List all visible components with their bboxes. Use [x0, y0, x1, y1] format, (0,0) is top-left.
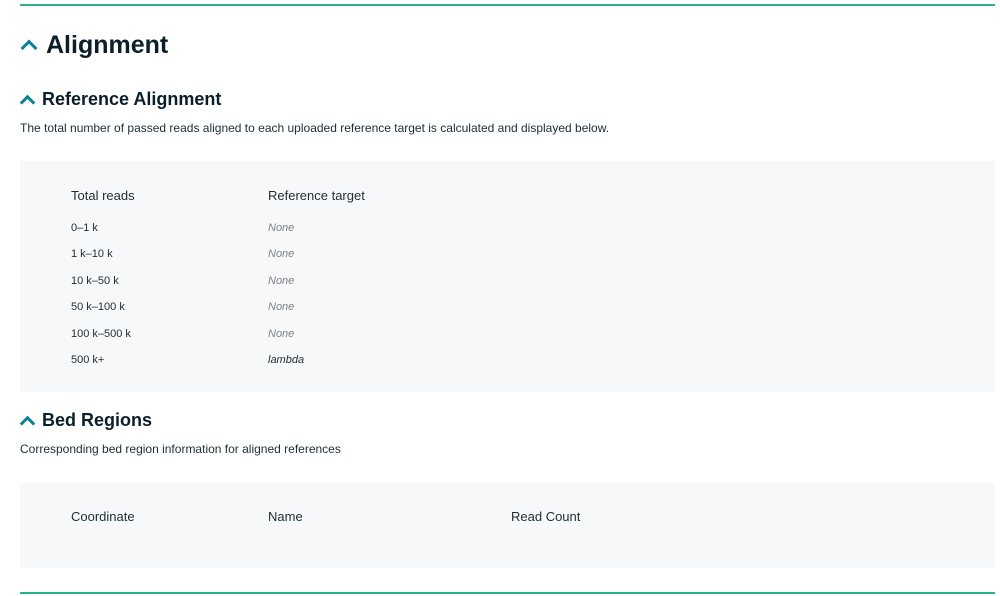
- column-header-read-count: Read Count: [511, 509, 581, 524]
- chevron-up-icon: [20, 415, 34, 425]
- reference-alignment-description: The total number of passed reads aligned…: [20, 121, 610, 135]
- bed-regions-description: Corresponding bed region information for…: [20, 442, 341, 456]
- reference-target: None: [268, 248, 295, 260]
- report-page: Alignment Reference Alignment The total …: [0, 0, 1000, 596]
- chevron-up-icon: [20, 39, 38, 51]
- column-header-total-reads: Total reads: [71, 188, 135, 203]
- reference-target: None: [268, 222, 295, 234]
- total-reads-range: 50 k–100 k: [71, 301, 125, 313]
- bed-regions-heading: Bed Regions: [42, 410, 153, 430]
- top-divider: [20, 4, 995, 6]
- bed-regions-toggle[interactable]: Bed Regions: [20, 409, 152, 431]
- column-header-coordinate: Coordinate: [71, 509, 135, 524]
- alignment-heading: Alignment: [46, 31, 169, 59]
- reference-alignment-heading: Reference Alignment: [42, 89, 222, 109]
- total-reads-range: 100 k–500 k: [71, 328, 131, 340]
- bottom-divider: [20, 592, 995, 594]
- column-header-name: Name: [268, 509, 303, 524]
- reference-alignment-toggle[interactable]: Reference Alignment: [20, 88, 221, 110]
- bed-regions-table: Coordinate Name Read Count: [20, 483, 995, 568]
- column-header-reference-target: Reference target: [268, 188, 365, 203]
- reference-target: None: [268, 301, 295, 313]
- reference-target: None: [268, 328, 295, 340]
- total-reads-range: 10 k–50 k: [71, 275, 119, 287]
- total-reads-range: 1 k–10 k: [71, 248, 113, 260]
- reference-alignment-table: Total reads Reference target 0–1 k None …: [20, 161, 995, 392]
- chevron-up-icon: [20, 94, 34, 104]
- total-reads-range: 500 k+: [71, 354, 105, 366]
- total-reads-range: 0–1 k: [71, 222, 98, 234]
- reference-target: lambda: [268, 354, 305, 366]
- reference-target: None: [268, 275, 295, 287]
- alignment-section-toggle[interactable]: Alignment: [20, 30, 168, 60]
